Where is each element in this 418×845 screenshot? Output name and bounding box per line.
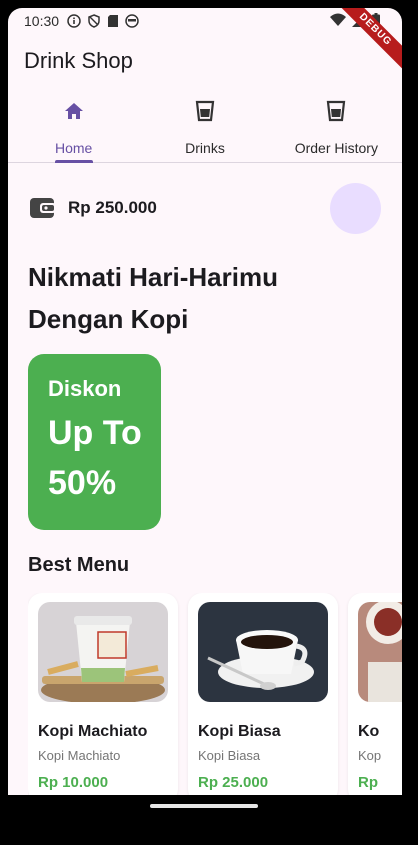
cup-icon	[195, 100, 215, 122]
tab-label: Drinks	[185, 140, 225, 156]
menu-card[interactable]: Ko Kop Rp	[348, 593, 402, 795]
tab-order-history[interactable]: Order History	[271, 94, 402, 162]
product-name: Ko	[358, 723, 380, 740]
wallet-icon	[30, 198, 56, 218]
product-image	[38, 602, 168, 702]
page-headline: Nikmati Hari-Harimu Dengan Kopi	[28, 256, 348, 340]
menu-card[interactable]: Kopi Machiato Kopi Machiato Rp 10.000	[28, 593, 178, 795]
info-icon	[67, 14, 81, 28]
product-price: Rp 10.000	[38, 774, 109, 791]
product-image	[358, 602, 402, 702]
phone-screen: 10:30 DEBUG Drink Shop Home Drinks Order…	[8, 8, 402, 795]
product-name: Kopi Machiato	[38, 723, 148, 740]
headline-line-2: Dengan Kopi	[28, 304, 189, 334]
product-subtitle: Kopi Biasa	[198, 748, 261, 763]
wifi-icon	[330, 13, 346, 26]
best-menu-list: Kopi Machiato Kopi Machiato Rp 10.000 Ko…	[28, 593, 402, 795]
tab-label: Order History	[294, 140, 378, 156]
gesture-nav-handle[interactable]	[150, 804, 258, 808]
wallet-balance: Rp 250.000	[30, 196, 157, 220]
tab-bar: Home Drinks Order History	[8, 94, 402, 163]
product-subtitle: Kop	[358, 748, 382, 763]
app-title: Drink Shop	[24, 48, 133, 73]
avatar[interactable]	[330, 183, 381, 234]
promo-banner[interactable]: Diskon Up To 50%	[28, 354, 161, 530]
status-bar: 10:30 DEBUG	[8, 8, 402, 75]
best-menu-title: Best Menu	[28, 554, 130, 576]
promo-line-1: Diskon	[48, 376, 122, 401]
shield-icon	[88, 14, 100, 28]
promo-line-3: 50%	[48, 464, 117, 502]
sd-card-icon	[108, 15, 119, 27]
tab-indicator	[54, 160, 93, 163]
product-price: Rp	[358, 774, 378, 791]
cup-icon	[327, 100, 346, 122]
status-time: 10:30	[24, 13, 60, 29]
home-icon	[64, 103, 83, 119]
product-name: Kopi Biasa	[198, 723, 281, 740]
tab-home[interactable]: Home	[8, 94, 139, 163]
wallet-amount: Rp 250.000	[68, 198, 157, 217]
menu-card[interactable]: Kopi Biasa Kopi Biasa Rp 25.000	[188, 593, 338, 795]
headline-line-1: Nikmati Hari-Harimu	[28, 262, 278, 292]
product-subtitle: Kopi Machiato	[38, 748, 121, 763]
promo-line-2: Up To	[48, 414, 142, 452]
product-price: Rp 25.000	[198, 774, 269, 791]
product-image	[198, 602, 328, 702]
face-icon	[125, 14, 139, 28]
tab-label: Home	[54, 140, 93, 156]
tab-drinks[interactable]: Drinks	[139, 94, 270, 162]
